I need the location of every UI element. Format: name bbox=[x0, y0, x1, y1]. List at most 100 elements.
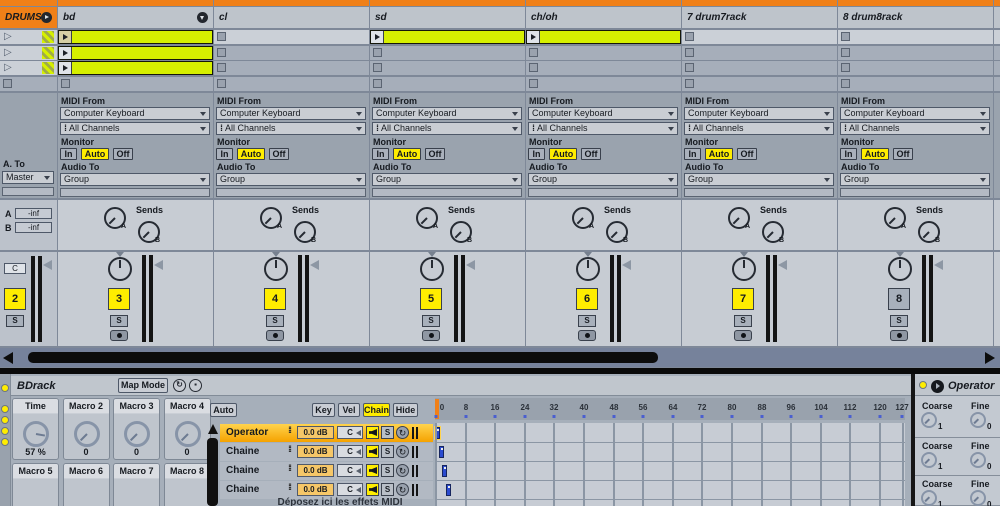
group-clip-slot[interactable] bbox=[0, 77, 57, 91]
send-a-knob[interactable]: A bbox=[260, 207, 282, 229]
audio-to-sub-chooser[interactable] bbox=[840, 188, 990, 197]
send-a-value[interactable]: -inf bbox=[15, 208, 52, 219]
track-activator[interactable]: 3 bbox=[108, 288, 130, 310]
macro-control-1[interactable]: Time57 % bbox=[12, 398, 59, 460]
monitor-off-button[interactable]: Off bbox=[893, 148, 913, 160]
monitor-in-button[interactable]: In bbox=[216, 148, 233, 160]
scroll-left-icon[interactable] bbox=[3, 352, 13, 364]
clip-body[interactable] bbox=[72, 47, 212, 59]
macro-control-5[interactable]: Macro 5 bbox=[12, 463, 59, 506]
session-clip[interactable] bbox=[370, 30, 525, 44]
audio-to-chooser[interactable]: Group bbox=[60, 173, 210, 186]
macro-control-8[interactable]: Macro 8 bbox=[164, 463, 211, 506]
key-zone[interactable] bbox=[439, 446, 444, 458]
filter-vel-button[interactable]: Vel bbox=[338, 403, 360, 417]
crossfade-assign-button[interactable]: C bbox=[4, 263, 26, 274]
track-header[interactable]: 8 drum8rack bbox=[838, 7, 993, 28]
audio-to-sub-chooser[interactable] bbox=[528, 188, 678, 197]
monitor-in-button[interactable]: In bbox=[60, 148, 77, 160]
clip-slot[interactable] bbox=[58, 30, 213, 44]
fine-knob[interactable] bbox=[970, 490, 986, 506]
midi-channel-chooser[interactable]: ⁞All Channels bbox=[840, 122, 990, 135]
clip-slot[interactable] bbox=[682, 30, 837, 44]
midi-from-chooser[interactable]: Computer Keyboard bbox=[840, 107, 990, 120]
volume-fader-handle[interactable] bbox=[934, 260, 943, 270]
clip-stop-button[interactable] bbox=[373, 79, 382, 88]
pan-knob[interactable] bbox=[264, 257, 288, 281]
audio-to-sub-chooser[interactable] bbox=[2, 187, 54, 196]
arm-record-button[interactable] bbox=[110, 330, 128, 341]
track-header[interactable]: 7 drum7rack bbox=[682, 7, 837, 28]
track-header[interactable]: sd bbox=[370, 7, 525, 28]
clip-stop-button[interactable] bbox=[685, 32, 694, 41]
volume-fader-handle[interactable] bbox=[778, 260, 787, 270]
clip-slot[interactable] bbox=[526, 46, 681, 60]
clip-slot[interactable] bbox=[370, 61, 525, 75]
filter-key-button[interactable]: Key bbox=[312, 403, 335, 417]
clip-body[interactable] bbox=[384, 31, 524, 43]
device-activator-icon[interactable] bbox=[919, 381, 927, 389]
clip-slot[interactable] bbox=[370, 46, 525, 60]
clip-slot[interactable] bbox=[526, 61, 681, 75]
arm-record-button[interactable] bbox=[266, 330, 284, 341]
chain-pan[interactable]: C bbox=[337, 426, 363, 439]
group-clip-slot[interactable]: ▷ bbox=[0, 46, 57, 60]
monitor-off-button[interactable]: Off bbox=[425, 148, 445, 160]
clip-stop-button[interactable] bbox=[373, 48, 382, 57]
midi-from-chooser[interactable]: Computer Keyboard bbox=[372, 107, 522, 120]
solo-button[interactable]: S bbox=[578, 315, 596, 327]
chain-row[interactable]: Chaine⁞⁞0.0 dBCS↻ bbox=[220, 443, 433, 461]
operator-title-bar[interactable]: Operator bbox=[915, 376, 1000, 396]
clip-slot[interactable] bbox=[214, 61, 369, 75]
midi-from-chooser[interactable]: Computer Keyboard bbox=[60, 107, 210, 120]
monitor-auto-button[interactable]: Auto bbox=[393, 148, 421, 160]
clip-stop-button[interactable] bbox=[685, 79, 694, 88]
fine-knob[interactable] bbox=[970, 412, 986, 428]
track-header[interactable]: cl bbox=[214, 7, 369, 28]
clip-stop-button[interactable] bbox=[217, 48, 226, 57]
clip-slot[interactable] bbox=[682, 77, 837, 91]
macro-knob[interactable] bbox=[124, 421, 150, 447]
audio-to-sub-chooser[interactable] bbox=[684, 188, 834, 197]
clip-stop-button[interactable] bbox=[217, 32, 226, 41]
midi-from-chooser[interactable]: Computer Keyboard bbox=[684, 107, 834, 120]
send-a-knob[interactable]: A bbox=[572, 207, 594, 229]
send-b-knob[interactable]: B bbox=[294, 221, 316, 243]
clip-slot[interactable] bbox=[370, 30, 525, 44]
clip-slot[interactable] bbox=[838, 77, 993, 91]
chain-hot-swap-icon[interactable]: ↻ bbox=[396, 426, 409, 439]
show-io-icon[interactable] bbox=[1, 438, 9, 446]
pan-knob[interactable] bbox=[108, 257, 132, 281]
track-activator[interactable]: 4 bbox=[264, 288, 286, 310]
unfold-group-icon[interactable] bbox=[41, 12, 52, 23]
chain-volume[interactable]: 0.0 dB bbox=[297, 483, 334, 496]
chain-row[interactable]: Operator⁞⁞0.0 dBCS↻ bbox=[220, 424, 433, 442]
clip-slot[interactable] bbox=[58, 61, 213, 75]
solo-button[interactable]: S bbox=[266, 315, 284, 327]
send-a-knob[interactable]: A bbox=[728, 207, 750, 229]
clip-stop-button[interactable] bbox=[841, 48, 850, 57]
volume-fader-handle[interactable] bbox=[154, 260, 163, 270]
chain-activator-button[interactable] bbox=[366, 445, 379, 458]
session-clip[interactable] bbox=[58, 46, 213, 60]
volume-fader-handle[interactable] bbox=[466, 260, 475, 270]
clip-body[interactable] bbox=[72, 62, 212, 74]
scroll-right-icon[interactable] bbox=[985, 352, 995, 364]
clip-play-button[interactable] bbox=[59, 31, 72, 43]
clip-stop-button[interactable] bbox=[61, 79, 70, 88]
clip-slot[interactable] bbox=[214, 77, 369, 91]
volume-fader-handle[interactable] bbox=[622, 260, 631, 270]
chain-pan[interactable]: C bbox=[337, 445, 363, 458]
track-header[interactable]: ch/oh bbox=[526, 7, 681, 28]
clip-play-button[interactable] bbox=[371, 31, 384, 43]
monitor-off-button[interactable]: Off bbox=[113, 148, 133, 160]
clip-slot[interactable] bbox=[838, 46, 993, 60]
clip-slot[interactable] bbox=[58, 46, 213, 60]
clip-slot[interactable] bbox=[838, 61, 993, 75]
midi-from-chooser[interactable]: Computer Keyboard bbox=[216, 107, 366, 120]
chain-volume[interactable]: 0.0 dB bbox=[297, 426, 334, 439]
pan-knob[interactable] bbox=[420, 257, 444, 281]
show-devices-icon[interactable] bbox=[1, 427, 9, 435]
show-chains-icon[interactable] bbox=[1, 416, 9, 424]
auto-select-button[interactable]: Auto bbox=[210, 403, 237, 417]
